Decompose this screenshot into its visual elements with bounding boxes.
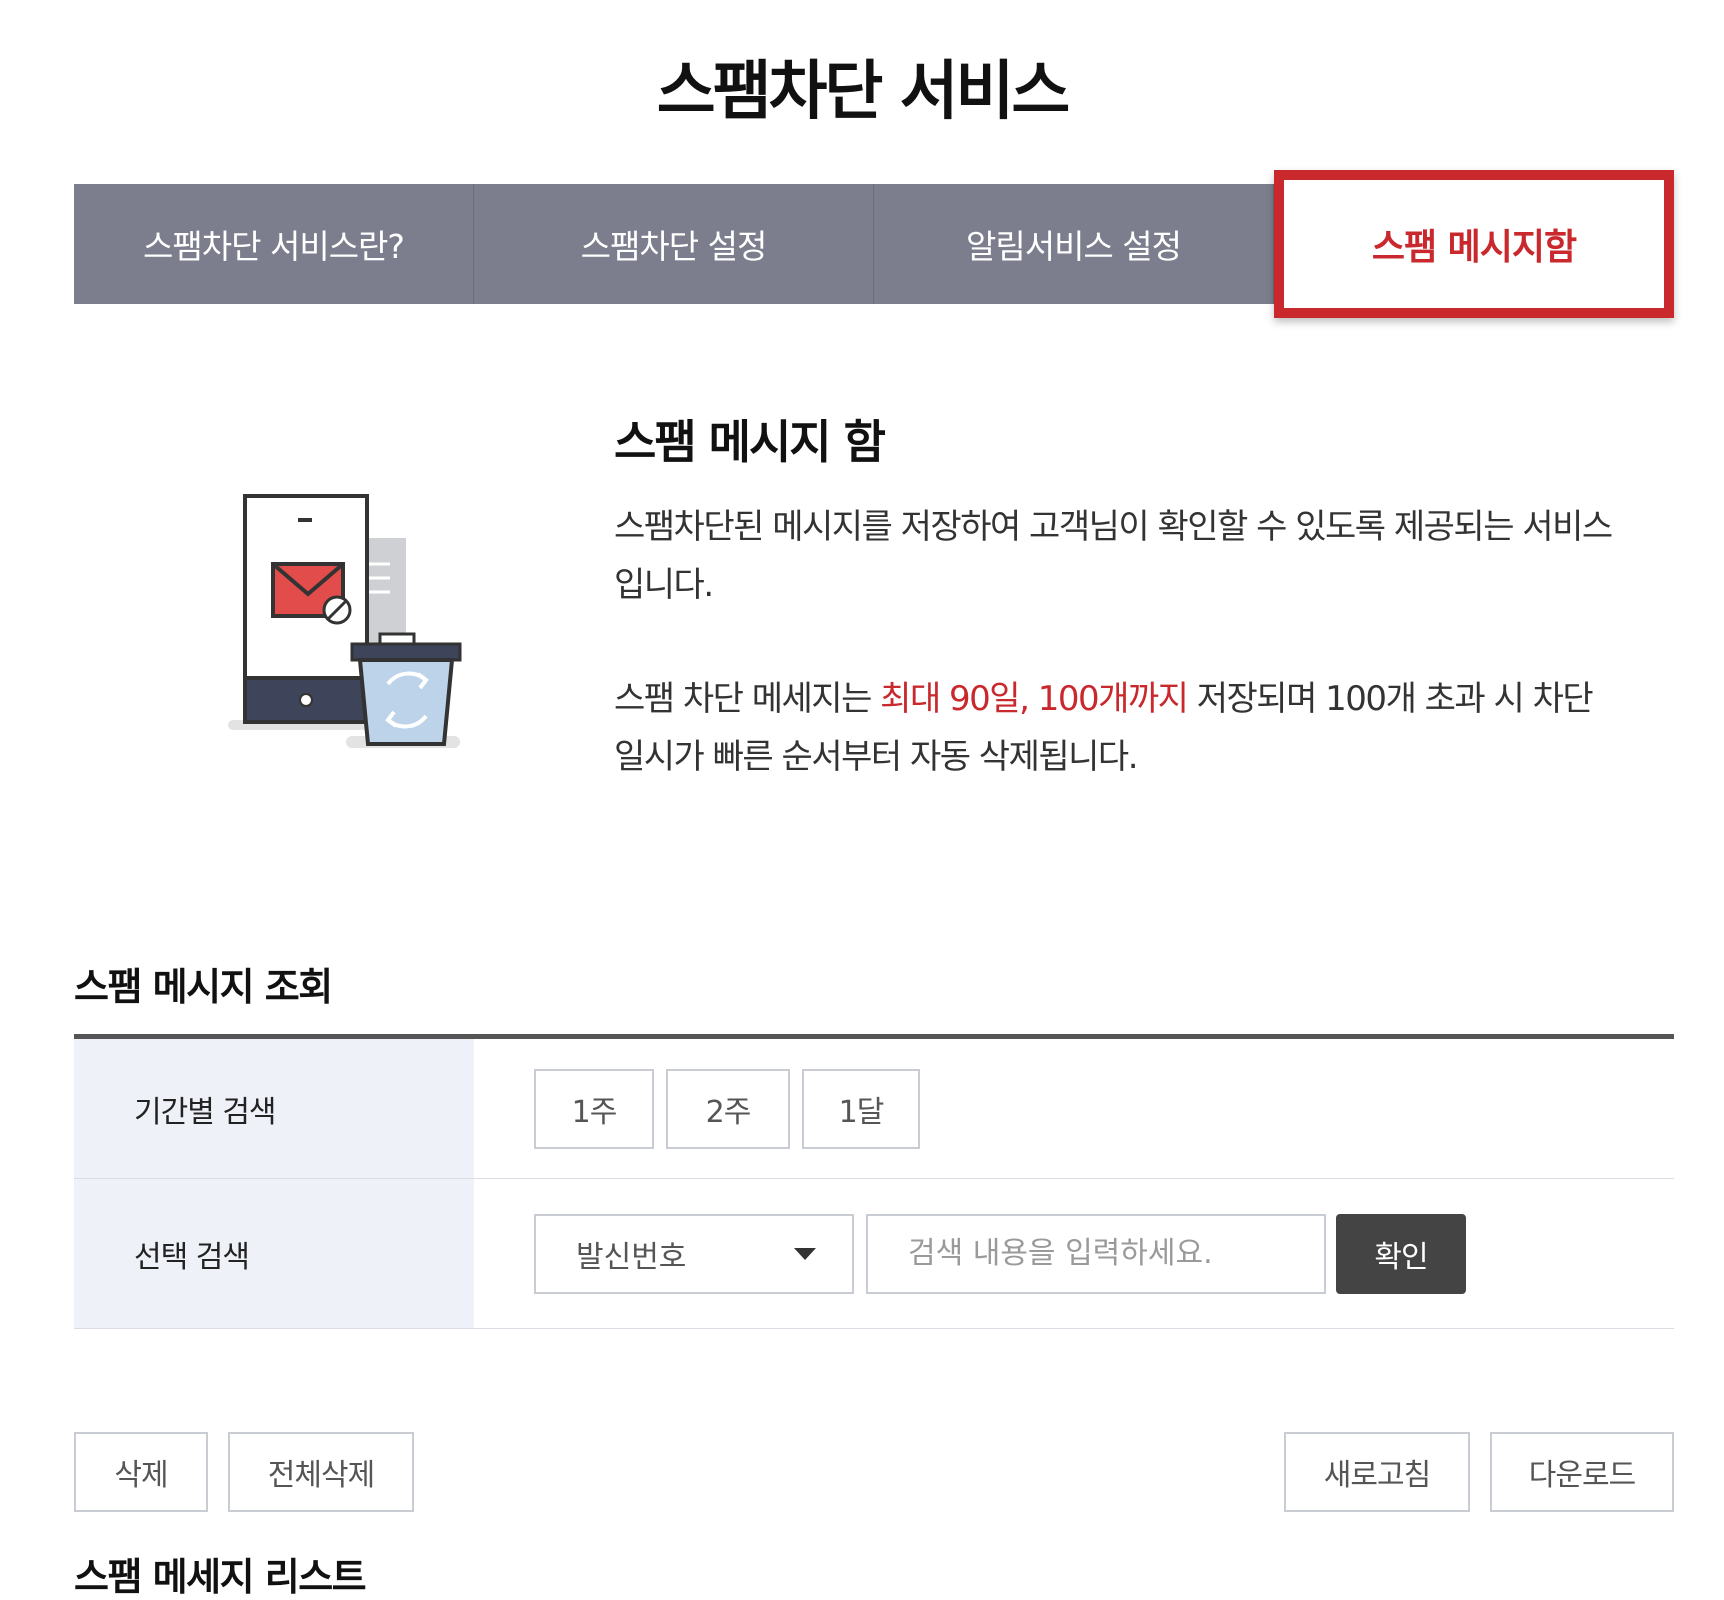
select-search-label: 선택 검색 bbox=[74, 1179, 474, 1328]
search-table: 기간별 검색 1주 2주 1달 선택 검색 발신번호 확인 bbox=[74, 1034, 1674, 1329]
delete-button[interactable]: 삭제 bbox=[74, 1432, 208, 1512]
select-search-row: 선택 검색 발신번호 확인 bbox=[74, 1179, 1674, 1329]
refresh-button[interactable]: 새로고침 bbox=[1284, 1432, 1470, 1512]
period-1month-button[interactable]: 1달 bbox=[802, 1068, 920, 1149]
period-search-label: 기간별 검색 bbox=[74, 1039, 474, 1178]
chevron-down-icon bbox=[794, 1247, 816, 1260]
tab-bar: 스팸차단 서비스란? 스팸차단 설정 알림서비스 설정 스팸 메시지함 bbox=[74, 170, 1674, 318]
intro-title: 스팸 메시지 함 bbox=[614, 415, 886, 469]
phone-trash-icon bbox=[228, 494, 462, 748]
notice-text-before: 스팸 차단 메세지는 bbox=[614, 679, 881, 719]
period-search-options: 1주 2주 1달 bbox=[474, 1039, 1674, 1178]
download-button[interactable]: 다운로드 bbox=[1490, 1432, 1674, 1512]
intro-storage-notice: 스팸 차단 메세지는 최대 90일, 100개까지 저장되며 100개 초과 시… bbox=[614, 670, 1614, 786]
list-section-title: 스팸 메세지 리스트 bbox=[74, 1555, 367, 1599]
confirm-button[interactable]: 확인 bbox=[1336, 1213, 1466, 1294]
tab-spam-inbox[interactable]: 스팸 메시지함 bbox=[1274, 170, 1674, 318]
search-type-value: 발신번호 bbox=[576, 1239, 687, 1275]
period-search-row: 기간별 검색 1주 2주 1달 bbox=[74, 1039, 1674, 1179]
notice-highlight: 최대 90일, 100개까지 bbox=[880, 679, 1189, 719]
tab-spam-settings[interactable]: 스팸차단 설정 bbox=[474, 184, 874, 304]
tab-notification-settings[interactable]: 알림서비스 설정 bbox=[874, 184, 1274, 304]
search-section-title: 스팸 메시지 조회 bbox=[74, 965, 333, 1009]
spam-inbox-illustration bbox=[220, 484, 470, 754]
search-type-select[interactable]: 발신번호 bbox=[534, 1213, 854, 1294]
select-search-controls: 발신번호 확인 bbox=[474, 1179, 1674, 1328]
intro-description: 스팸차단된 메시지를 저장하여 고객님이 확인할 수 있도록 제공되는 서비스입… bbox=[614, 507, 1613, 605]
period-1week-button[interactable]: 1주 bbox=[534, 1068, 654, 1149]
page-title: 스팸차단 서비스 bbox=[656, 55, 1070, 129]
intro-section: 스팸 메시지 함 스팸차단된 메시지를 저장하여 고객님이 확인할 수 있도록 … bbox=[614, 406, 1614, 786]
tab-service-info[interactable]: 스팸차단 서비스란? bbox=[74, 184, 474, 304]
period-2week-button[interactable]: 2주 bbox=[666, 1068, 790, 1149]
action-bar: 삭제 전체삭제 새로고침 다운로드 bbox=[74, 1432, 1674, 1512]
search-input[interactable] bbox=[866, 1213, 1326, 1294]
delete-all-button[interactable]: 전체삭제 bbox=[228, 1432, 414, 1512]
